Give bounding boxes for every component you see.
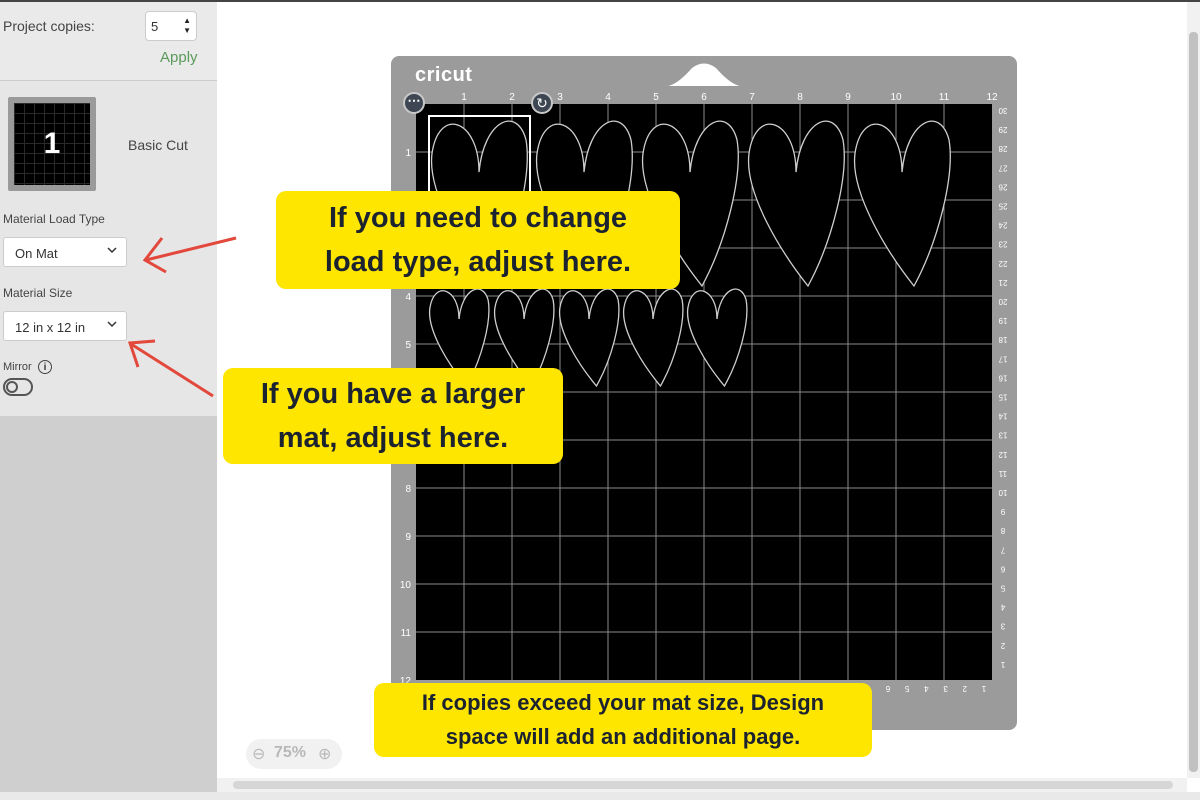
- mat-size-callout: If you have a larger mat, adjust here.: [223, 368, 563, 464]
- project-copies-label: Project copies:: [3, 18, 95, 34]
- cricut-logo: cricut: [415, 64, 473, 86]
- zoom-level: 75%: [274, 744, 307, 761]
- horizontal-scrollbar[interactable]: [217, 778, 1187, 792]
- mat-size-callout-line1: If you have a larger: [260, 378, 526, 410]
- load-type-select[interactable]: On Mat: [3, 237, 127, 267]
- copies-callout-line2: space will add an additional page.: [445, 724, 801, 749]
- mirror-label: Mirror: [3, 361, 32, 373]
- chevron-down-icon: [107, 321, 117, 328]
- heart-shape[interactable]: [747, 120, 845, 288]
- material-size-value: 12 in x 12 in: [15, 320, 86, 335]
- decrement-icon[interactable]: ▼: [183, 27, 191, 35]
- mat-thumbnail[interactable]: 1: [8, 97, 96, 191]
- apply-button[interactable]: Apply: [160, 49, 198, 66]
- load-type-callout: If you need to change load type, adjust …: [276, 191, 680, 289]
- heart-shape[interactable]: [559, 288, 620, 388]
- copies-callout-line1: If copies exceed your mat size, Design: [421, 690, 825, 715]
- increment-icon[interactable]: ▲: [183, 17, 191, 25]
- mat-size-callout-line2: mat, adjust here.: [277, 422, 509, 454]
- zoom-control: ⊖ 75% ⊕: [246, 739, 342, 769]
- mirror-toggle[interactable]: [3, 378, 33, 396]
- info-icon[interactable]: i: [38, 360, 52, 374]
- vertical-scrollbar[interactable]: [1187, 2, 1200, 778]
- plus-circle-icon[interactable]: ⊕: [318, 744, 331, 764]
- ellipsis-icon[interactable]: ⋯: [403, 92, 425, 114]
- project-copies-value[interactable]: 5: [151, 19, 158, 34]
- mat-thumbnail-number: 1: [43, 127, 61, 160]
- chevron-down-icon: [107, 247, 117, 254]
- material-size-select[interactable]: 12 in x 12 in: [3, 311, 127, 341]
- mat-hanger-tab: [668, 63, 740, 86]
- heart-shape[interactable]: [623, 288, 684, 388]
- project-copies-stepper[interactable]: 5 ▲ ▼: [145, 11, 197, 41]
- window-bottom-strip: [0, 792, 1200, 800]
- rotate-icon[interactable]: ↻: [531, 92, 553, 114]
- mat-name: Basic Cut: [128, 137, 188, 153]
- load-type-callout-line2: load type, adjust here.: [324, 246, 632, 278]
- minus-circle-icon[interactable]: ⊖: [252, 744, 265, 764]
- load-type-label: Material Load Type: [3, 212, 105, 226]
- toggle-knob: [6, 381, 18, 393]
- heart-shape[interactable]: [853, 120, 951, 288]
- material-size-label: Material Size: [3, 286, 73, 300]
- sidebar-empty-area: [0, 416, 217, 800]
- heart-shape[interactable]: [687, 288, 748, 388]
- load-type-callout-line1: If you need to change: [328, 202, 628, 234]
- copies-callout: If copies exceed your mat size, Design s…: [374, 683, 872, 757]
- horizontal-scrollbar-thumb[interactable]: [233, 781, 1173, 789]
- load-type-value: On Mat: [15, 246, 58, 261]
- vertical-scrollbar-thumb[interactable]: [1189, 32, 1198, 772]
